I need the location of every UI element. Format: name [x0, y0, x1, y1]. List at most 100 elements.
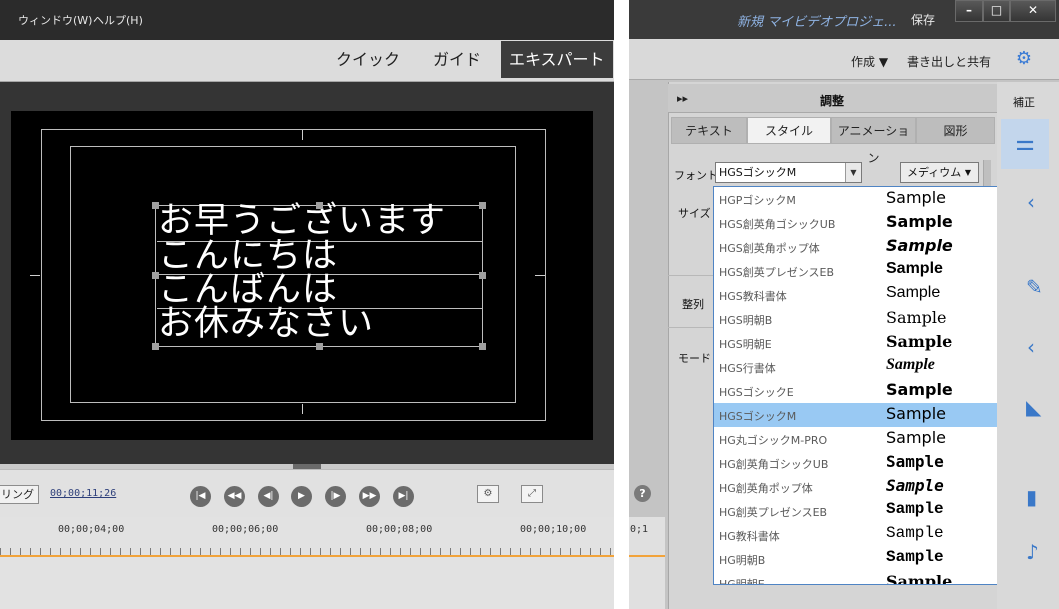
font-name: HG丸ゴシックM-PRO: [719, 434, 828, 447]
font-family-select[interactable]: HGSゴシックM ▼: [715, 162, 862, 183]
menu-help[interactable]: ヘルプ(H): [93, 12, 143, 28]
font-weight-select[interactable]: メディウム ▼: [900, 162, 979, 183]
chevron-left-icon[interactable]: ‹: [1027, 190, 1035, 214]
current-timecode[interactable]: 00;00;11;26: [50, 488, 116, 499]
font-list-item[interactable]: HG創英角ポップ体 Sample: [714, 475, 1013, 499]
font-weight-value: メディウム: [907, 166, 962, 179]
tab-style[interactable]: スタイル: [747, 117, 831, 144]
resize-handle[interactable]: [479, 202, 486, 209]
title-line-3: こんばんは: [158, 270, 339, 310]
resize-handle[interactable]: [479, 343, 486, 350]
font-name: HGSゴシックM: [719, 410, 797, 423]
resize-handle[interactable]: [479, 272, 486, 279]
ruler-label: 00;00;04;00: [58, 524, 125, 535]
guide-tick: [30, 275, 40, 276]
render-button[interactable]: リング: [0, 485, 39, 504]
help-icon[interactable]: ?: [634, 485, 651, 502]
top-toolbar: [629, 39, 1059, 80]
chevron-down-icon[interactable]: ▼: [845, 163, 861, 182]
fast-forward-icon[interactable]: ▶▶: [359, 486, 380, 507]
font-list-item[interactable]: HG明朝B Sample: [714, 547, 1013, 571]
shape-icon[interactable]: ◣: [1026, 395, 1041, 419]
resize-handle[interactable]: [316, 343, 323, 350]
resize-handle[interactable]: [316, 202, 323, 209]
tab-animation[interactable]: アニメーション: [831, 117, 916, 165]
font-list-item[interactable]: HGS創英角ゴシックUB Sample: [714, 211, 1013, 235]
font-name: HG創英角ポップ体: [719, 482, 813, 495]
font-sample: Sample: [886, 548, 944, 566]
play-icon[interactable]: ▶: [291, 486, 312, 507]
title-line-1: お早うございます: [158, 201, 447, 241]
font-sample: Sample: [886, 212, 953, 231]
step-forward-icon[interactable]: |▶: [325, 486, 346, 507]
font-name: HGS創英角ポップ体: [719, 242, 820, 255]
menu-window[interactable]: ウィンドウ(W): [18, 12, 92, 28]
ruler-label: 00;00;08;00: [366, 524, 433, 535]
font-list-item[interactable]: HGS行書体 Sample: [714, 355, 1013, 379]
maximize-button[interactable]: □: [983, 0, 1010, 22]
font-sample: Sample: [886, 476, 944, 495]
title-line-2: こんにちは: [158, 236, 339, 276]
font-list-item[interactable]: HG教科書体 Sample: [714, 523, 1013, 547]
export-share-menu[interactable]: 書き出しと共有: [907, 53, 991, 70]
font-list-item[interactable]: HG創英角ゴシックUB Sample: [714, 451, 1013, 475]
font-list-item[interactable]: HG創英プレゼンスEB Sample: [714, 499, 1013, 523]
save-button[interactable]: 保存: [911, 11, 935, 28]
ruler-label: 00;00;06;00: [212, 524, 279, 535]
gear-icon[interactable]: ⚙: [1014, 49, 1034, 69]
mode-quick-tab[interactable]: クイック: [328, 41, 408, 78]
collapse-panel-icon[interactable]: ▸▸: [677, 92, 688, 105]
chevron-left-icon[interactable]: ‹: [1027, 335, 1035, 359]
work-area-bar[interactable]: [0, 555, 614, 557]
create-menu[interactable]: 作成 ▼: [851, 53, 888, 70]
font-list-item[interactable]: HGS創英プレゼンスEB Sample: [714, 259, 1013, 283]
close-button[interactable]: ✕: [1010, 0, 1056, 22]
mode-guided-tab[interactable]: ガイド: [425, 41, 489, 78]
pen-icon[interactable]: ✎: [1026, 275, 1043, 299]
size-label: サイズ: [678, 207, 711, 220]
font-name: HGSゴシックE: [719, 386, 794, 399]
resize-handle[interactable]: [152, 202, 159, 209]
tab-text[interactable]: テキスト: [671, 117, 747, 144]
font-list-item[interactable]: HGS明朝E Sample: [714, 331, 1013, 355]
minimize-button[interactable]: –: [955, 0, 983, 22]
font-name: HGS創英プレゼンスEB: [719, 266, 835, 279]
font-list-item[interactable]: HGS教科書体 Sample: [714, 283, 1013, 307]
guide-tick: [302, 130, 303, 140]
rewind-icon[interactable]: ◀◀: [224, 486, 245, 507]
font-name: HGS明朝E: [719, 338, 772, 351]
font-sample: Sample: [886, 188, 946, 207]
font-list-item[interactable]: HGSゴシックM Sample: [714, 403, 1013, 427]
font-list-item[interactable]: HG丸ゴシックM-PRO Sample: [714, 427, 1013, 451]
font-list-item[interactable]: HGPゴシックM Sample: [714, 187, 1013, 211]
font-name: HGPゴシックM: [719, 194, 796, 207]
menu-bar: ウィンドウ(W) ヘルプ(H): [0, 0, 614, 40]
font-list-item[interactable]: HG明朝E Sample: [714, 571, 1013, 584]
font-sample: Sample: [886, 380, 953, 399]
font-name: HG創英角ゴシックUB: [719, 458, 829, 471]
font-list-item[interactable]: HGSゴシックE Sample: [714, 379, 1013, 403]
font-sample: Sample: [886, 332, 953, 351]
step-back-icon[interactable]: ◀|: [258, 486, 279, 507]
go-to-start-icon[interactable]: |◀: [190, 486, 211, 507]
font-family-value: HGSゴシックM: [719, 166, 797, 179]
resize-handle[interactable]: [152, 272, 159, 279]
resize-handle[interactable]: [152, 343, 159, 350]
tab-shape[interactable]: 図形: [916, 117, 995, 144]
go-to-end-icon[interactable]: ▶|: [393, 486, 414, 507]
ruler-label: 0;1: [630, 524, 649, 535]
mode-bar: クイック ガイド エキスパート: [0, 40, 614, 82]
adjust-sliders-icon[interactable]: ⚌: [1001, 119, 1049, 169]
font-list-item[interactable]: HGS明朝B Sample: [714, 307, 1013, 331]
fullscreen-icon[interactable]: ⤢: [521, 485, 543, 503]
font-sample: Sample: [886, 452, 944, 471]
font-sample: Sample: [886, 284, 941, 301]
music-note-icon[interactable]: ♪: [1026, 540, 1039, 564]
film-icon[interactable]: ▮: [1026, 485, 1037, 509]
font-list-item[interactable]: HGS創英角ポップ体 Sample: [714, 235, 1013, 259]
mode-expert-tab[interactable]: エキスパート: [501, 41, 613, 78]
monitor-settings-icon[interactable]: ⚙: [477, 485, 499, 503]
title-line-4: お休みなさい: [158, 304, 375, 344]
font-name: HG教科書体: [719, 530, 780, 543]
font-dropdown-list[interactable]: HGPゴシックM Sample HGS創英角ゴシックUB Sample HGS創英角ポッ…: [713, 186, 1027, 585]
